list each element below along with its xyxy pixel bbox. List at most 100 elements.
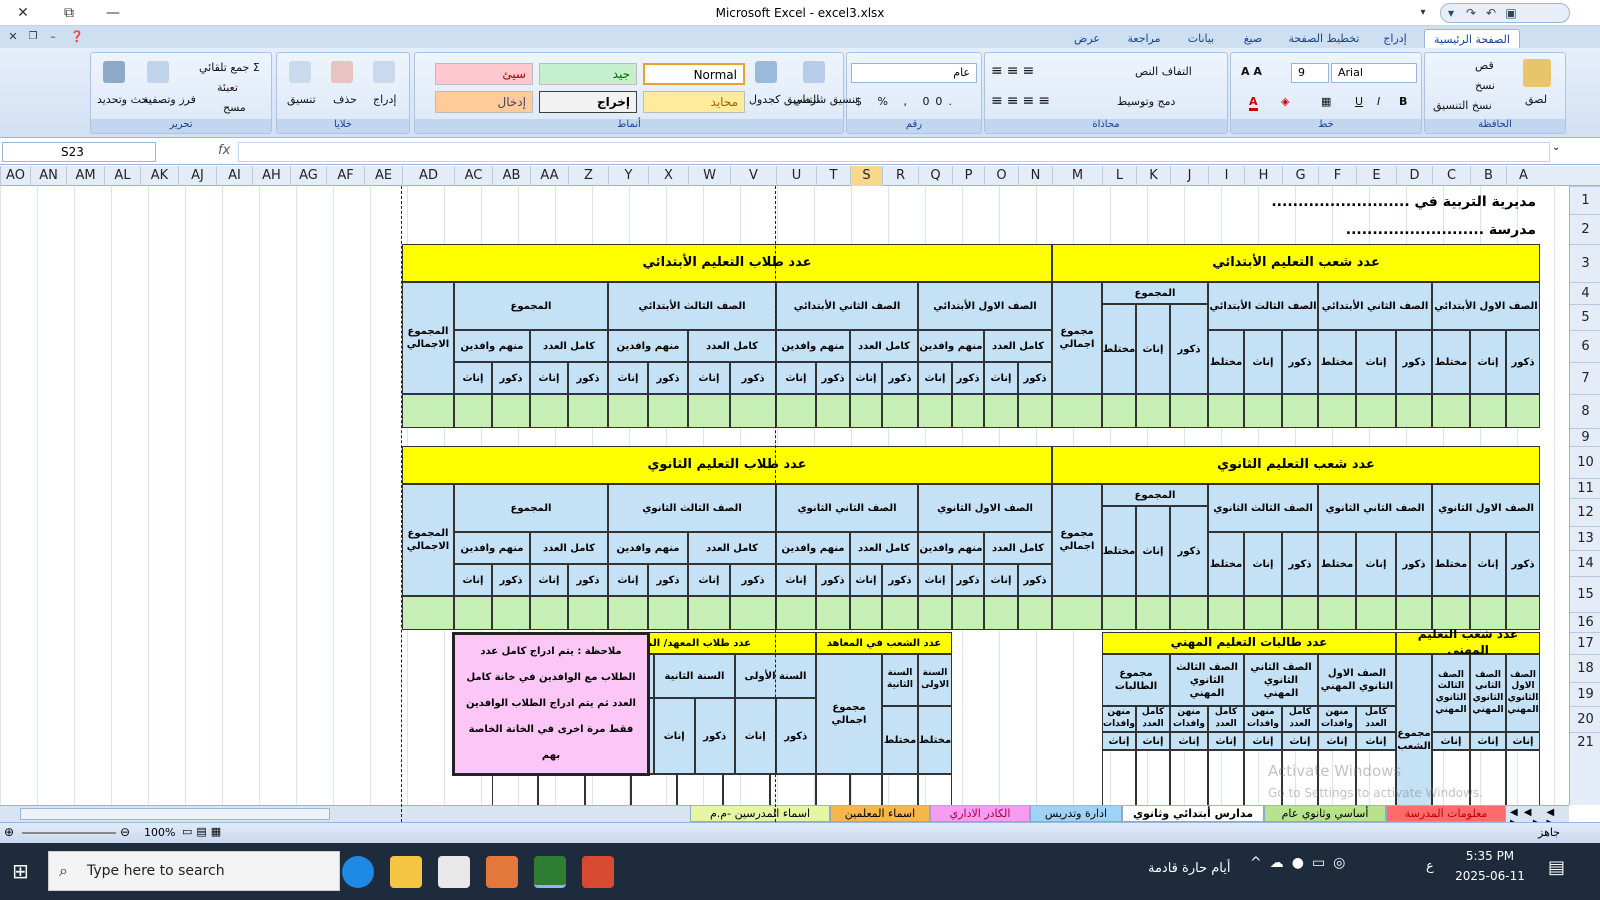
fill-color-icon[interactable]: ◈	[1281, 95, 1289, 108]
style-bad[interactable]: سيئ	[435, 63, 533, 85]
column-header[interactable]: S	[850, 166, 882, 186]
tab-page-layout[interactable]: تخطيط الصفحة	[1282, 29, 1366, 48]
name-box[interactable]: S23	[2, 142, 156, 162]
gender-header[interactable]: إناث	[1244, 532, 1282, 596]
gender-header[interactable]: ذكور	[1170, 506, 1208, 596]
font-size-input[interactable]: 9	[1291, 63, 1329, 83]
tab-data[interactable]: بيانات	[1178, 29, 1224, 48]
gender-header[interactable]: إناث	[1356, 532, 1396, 596]
column-header[interactable]: P	[952, 166, 984, 186]
gender-header[interactable]: ذكور	[568, 564, 608, 596]
grade-header[interactable]: المجموع	[454, 282, 608, 330]
format-cells-button[interactable]: تنسيق	[287, 93, 316, 106]
data-cell[interactable]	[1052, 394, 1102, 428]
column-header[interactable]: H	[1244, 166, 1282, 186]
gender-header[interactable]: ذكور	[694, 698, 735, 774]
data-cell[interactable]	[1432, 394, 1470, 428]
sheet-tab-basic-secondary[interactable]: أساسي وثانوي عام	[1264, 806, 1386, 822]
data-cell[interactable]	[454, 596, 492, 630]
column-header[interactable]: E	[1356, 166, 1396, 186]
column-header[interactable]: AD	[402, 166, 454, 186]
minimize-workbook-icon[interactable]: –	[40, 26, 66, 48]
arrivals-header[interactable]: منهن وافدات	[1318, 706, 1356, 732]
full-count-header[interactable]: كامل العدد	[530, 330, 608, 362]
arrivals-header[interactable]: منهم وافدين	[454, 330, 530, 362]
data-cell[interactable]	[688, 394, 730, 428]
full-count-header[interactable]: كامل العدد	[688, 330, 776, 362]
customize-qat-icon[interactable]: ▾	[1410, 2, 1436, 24]
grade-header[interactable]: الصف الثالث الثانوي المهني	[1432, 654, 1470, 732]
column-header[interactable]: Q	[918, 166, 952, 186]
data-cell[interactable]	[882, 394, 918, 428]
grade-header[interactable]: الصف الثالث الثانوي	[608, 484, 776, 532]
row-header[interactable]: 8	[1570, 394, 1600, 428]
borders-icon[interactable]: ▦	[1321, 95, 1331, 108]
gender-header[interactable]: ذكور	[816, 564, 850, 596]
data-cell[interactable]	[850, 394, 882, 428]
gender-header[interactable]: إناث	[850, 362, 882, 394]
full-count-header[interactable]: كامل العدد	[530, 532, 608, 564]
data-cell[interactable]	[1244, 394, 1282, 428]
gender-header[interactable]: ذكور	[1396, 532, 1432, 596]
grade-header[interactable]: الصف الثاني الثانوي	[1318, 484, 1432, 532]
full-count-header[interactable]: كامل العدد	[688, 532, 776, 564]
gender-header[interactable]: إناث	[654, 698, 695, 774]
data-cell[interactable]	[1102, 596, 1136, 630]
grade-header[interactable]: الصف الثاني الثانوي المهني	[1470, 654, 1506, 732]
row-header[interactable]: 5	[1570, 304, 1600, 330]
fx-icon[interactable]: fx	[218, 143, 230, 158]
gender-header[interactable]: ذكور	[1506, 532, 1540, 596]
column-header[interactable]: V	[730, 166, 776, 186]
data-cell[interactable]	[1318, 394, 1356, 428]
zoom-out-icon[interactable]: ⊖	[120, 825, 130, 839]
row-header[interactable]: 7	[1570, 362, 1600, 394]
insert-cells-icon[interactable]	[373, 61, 395, 83]
gender-header[interactable]: ذكور	[816, 362, 850, 394]
row-header[interactable]: 17	[1570, 632, 1600, 654]
clock-time[interactable]: 5:35 PM	[1450, 849, 1530, 863]
data-cell[interactable]	[730, 596, 776, 630]
format-as-table-icon[interactable]	[755, 61, 777, 83]
gender-header[interactable]: مختلط	[1318, 330, 1356, 394]
gender-header[interactable]: إناث	[608, 564, 648, 596]
column-header[interactable]: AG	[290, 166, 326, 186]
column-header[interactable]: C	[1432, 166, 1470, 186]
row-header[interactable]: 1	[1570, 186, 1600, 214]
gender-header[interactable]: إناث	[1136, 506, 1170, 596]
input-language[interactable]: ع	[1426, 859, 1434, 874]
column-header[interactable]: W	[688, 166, 730, 186]
gender-header[interactable]: إناث	[776, 564, 816, 596]
format-cells-icon[interactable]	[289, 61, 311, 83]
column-header[interactable]: AO	[0, 166, 30, 186]
horizontal-align-icons[interactable]: ≡≡≡≡	[991, 93, 1054, 109]
grade-header[interactable]: الصف الاول الأبتدائي	[1432, 282, 1540, 330]
gender-header[interactable]: مختلط	[918, 706, 952, 774]
gender-header[interactable]: إناث	[530, 362, 568, 394]
column-header[interactable]: A	[1506, 166, 1540, 186]
data-cell[interactable]	[1052, 596, 1102, 630]
data-cell[interactable]	[1136, 596, 1170, 630]
grade-header[interactable]: الصف الاول الثانوي	[1432, 484, 1540, 532]
gender-header[interactable]: ذكور	[775, 698, 816, 774]
data-cell[interactable]	[1170, 394, 1208, 428]
section-title[interactable]: عدد شعب التعليم المهني	[1396, 627, 1540, 657]
data-cell[interactable]	[776, 394, 816, 428]
gender-header[interactable]: ذكور	[648, 362, 688, 394]
year-header[interactable]: السنة الاولى	[918, 654, 952, 706]
students-total-header[interactable]: مجموع الطالبات	[1102, 654, 1170, 706]
sort-filter-icon[interactable]	[147, 61, 169, 83]
data-cell[interactable]	[1356, 596, 1396, 630]
column-header[interactable]: X	[648, 166, 688, 186]
gender-header[interactable]: إناث	[688, 564, 730, 596]
data-cell[interactable]	[1018, 394, 1052, 428]
row-header[interactable]: 16	[1570, 612, 1600, 632]
column-header[interactable]: L	[1102, 166, 1136, 186]
grade-header[interactable]: الصف الثاني الثانوي المهني	[1244, 654, 1318, 706]
font-color-icon[interactable]: A	[1249, 95, 1258, 111]
overall-total-header[interactable]: المجموع الاجمالي	[402, 484, 454, 596]
gender-header[interactable]: ذكور	[882, 564, 918, 596]
column-header[interactable]: I	[1208, 166, 1244, 186]
gender-header[interactable]: إناث	[1136, 732, 1170, 750]
column-header[interactable]: AN	[30, 166, 66, 186]
column-header[interactable]: T	[816, 166, 850, 186]
